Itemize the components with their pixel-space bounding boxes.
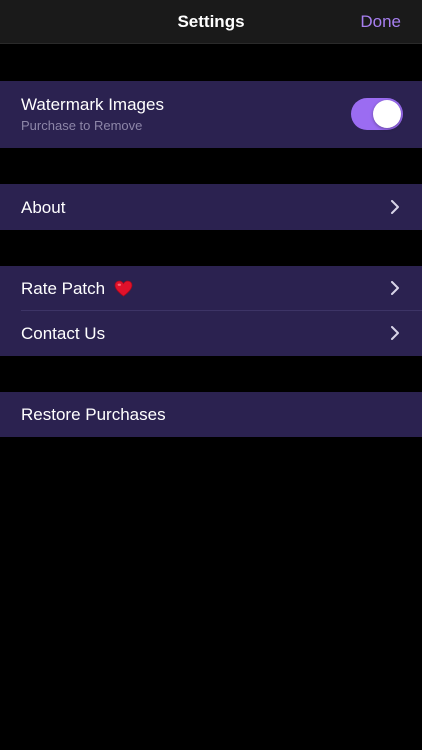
about-group: About — [0, 184, 422, 230]
about-cell[interactable]: About — [0, 184, 422, 230]
contact-cell[interactable]: Contact Us — [0, 311, 422, 356]
rate-cell[interactable]: Rate Patch — [0, 266, 422, 311]
about-label: About — [21, 198, 66, 217]
watermark-toggle[interactable] — [351, 98, 403, 130]
chevron-right-icon — [391, 200, 399, 214]
restore-purchases-label: Restore Purchases — [21, 405, 166, 424]
watermark-group: Watermark Images Purchase to Remove — [0, 81, 422, 148]
chevron-right-icon — [391, 281, 399, 295]
rate-label-wrap: Rate Patch — [21, 279, 133, 299]
navigation-bar: Settings Done — [0, 0, 422, 44]
watermark-label: Watermark Images — [21, 95, 164, 114]
restore-purchases-cell[interactable]: Restore Purchases — [0, 392, 422, 437]
heart-icon — [114, 280, 133, 297]
restore-group: Restore Purchases — [0, 392, 422, 437]
feedback-group: Rate Patch Contact Us — [0, 266, 422, 356]
page-title: Settings — [177, 12, 245, 31]
chevron-right-icon — [391, 326, 399, 340]
watermark-sublabel: Purchase to Remove — [21, 118, 143, 133]
toggle-knob — [373, 100, 401, 128]
watermark-cell: Watermark Images Purchase to Remove — [0, 81, 422, 148]
done-button[interactable]: Done — [360, 0, 401, 44]
rate-label: Rate Patch — [21, 279, 106, 298]
contact-label: Contact Us — [21, 324, 106, 343]
